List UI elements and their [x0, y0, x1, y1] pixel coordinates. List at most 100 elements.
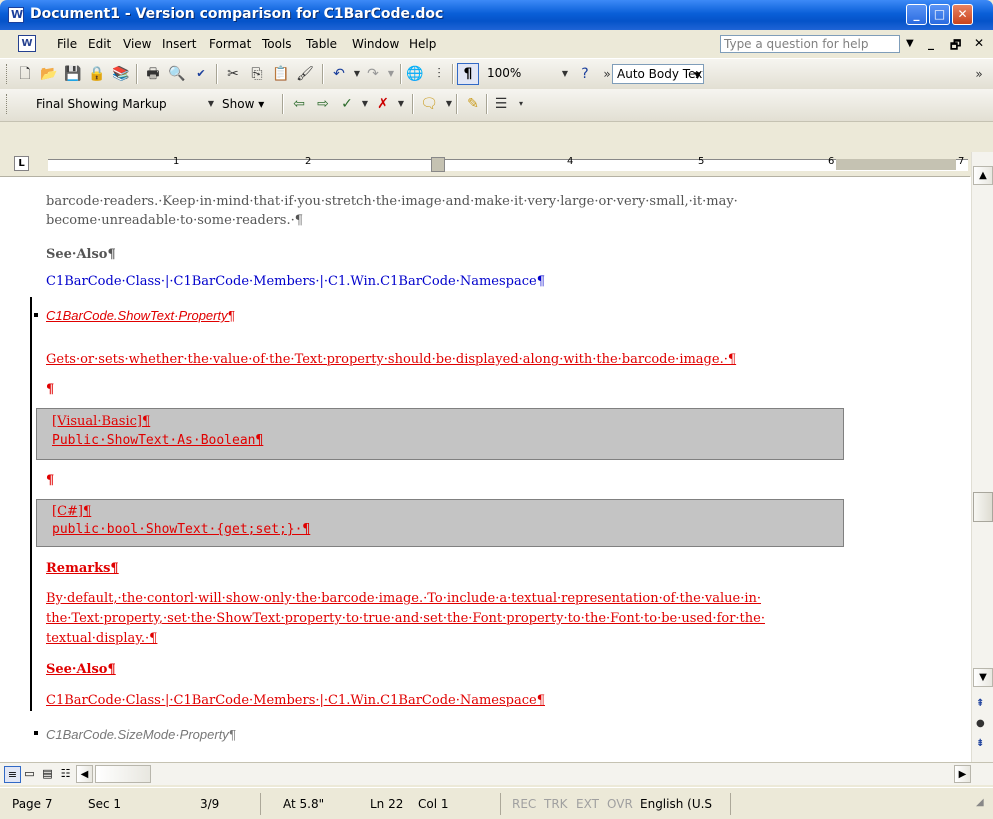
document-icon[interactable]: W: [18, 35, 36, 52]
toolbar-overflow-icon[interactable]: »: [970, 65, 988, 83]
menu-edit[interactable]: Edit: [88, 37, 111, 51]
save-icon[interactable]: 💾: [64, 65, 82, 83]
menu-insert[interactable]: Insert: [162, 37, 196, 51]
status-separator: [500, 793, 501, 815]
cs-label: [C#]¶: [52, 504, 92, 519]
menu-help[interactable]: Help: [409, 37, 436, 51]
display-for-review-combo[interactable]: Final Showing Markup: [32, 95, 202, 115]
style-combo[interactable]: Auto Body Text ▼: [612, 64, 704, 84]
empty-paragraph-mark: ¶: [46, 473, 55, 488]
permission-icon[interactable]: 🔒: [88, 65, 106, 83]
scroll-down-button[interactable]: ▼: [973, 668, 993, 687]
status-ovr[interactable]: OVR: [607, 797, 633, 811]
hyperlink-icon[interactable]: 🌐: [406, 65, 424, 83]
toolbar-grip[interactable]: [6, 94, 10, 114]
word-app-icon[interactable]: [8, 7, 24, 23]
see-also-links[interactable]: C1BarCode·Class·|·C1BarCode·Members·|·C1…: [46, 274, 545, 289]
scroll-left-button[interactable]: ◀: [76, 765, 93, 783]
close-button[interactable]: ✕: [952, 4, 973, 25]
scroll-thumb[interactable]: [973, 492, 993, 522]
undo-icon[interactable]: ↶: [330, 65, 348, 83]
open-folder-icon[interactable]: 📂: [40, 65, 58, 83]
document-area[interactable]: barcode·readers.·Keep·in·mind·that·if·yo…: [0, 177, 971, 762]
print-layout-view-icon[interactable]: ▤: [40, 766, 55, 781]
menu-view[interactable]: View: [123, 37, 151, 51]
horizontal-ruler[interactable]: L 1 2 4 5 6 7: [0, 152, 970, 177]
doc-close-button[interactable]: ✕: [974, 36, 984, 50]
print-preview-icon[interactable]: 🔍: [168, 65, 186, 83]
redo-icon[interactable]: ↷: [364, 65, 382, 83]
web-layout-view-icon[interactable]: ▭: [22, 766, 37, 781]
help-question-input[interactable]: Type a question for help: [720, 35, 900, 53]
reviewing-pane-icon[interactable]: ☰: [492, 95, 510, 113]
reject-change-icon[interactable]: ✗: [374, 95, 392, 113]
next-page-icon[interactable]: ⇟: [976, 738, 984, 749]
paste-icon[interactable]: 📋: [272, 65, 290, 83]
format-painter-icon[interactable]: 🖌: [296, 65, 314, 83]
menu-window[interactable]: Window: [352, 37, 399, 51]
accept-change-icon[interactable]: ✓: [338, 95, 356, 113]
track-changes-icon[interactable]: ✎: [464, 95, 482, 113]
title-bar[interactable]: Document1 - Version comparison for C1Bar…: [0, 0, 993, 30]
see-also-links[interactable]: C1BarCode·Class·|·C1BarCode·Members·|·C1…: [46, 693, 545, 708]
reviewing-dropdown-icon[interactable]: ▾: [512, 95, 530, 113]
word-window: Document1 - Version comparison for C1Bar…: [0, 0, 993, 819]
status-trk[interactable]: TRK: [544, 797, 568, 811]
minimize-button[interactable]: _: [906, 4, 927, 25]
insert-columns-icon[interactable]: ⫶: [430, 65, 448, 83]
tab-selector[interactable]: L: [14, 156, 29, 171]
cut-icon[interactable]: ✂: [224, 65, 242, 83]
menu-file[interactable]: File: [57, 37, 77, 51]
show-menu-button[interactable]: Show ▾: [222, 97, 264, 111]
next-change-icon[interactable]: ⇨: [314, 95, 332, 113]
vertical-scrollbar[interactable]: ▲ ▼ ⇞ ● ⇟: [971, 152, 993, 762]
menu-table[interactable]: Table: [306, 37, 337, 51]
accept-dropdown-icon[interactable]: ▼: [356, 95, 374, 113]
ruler-number: 5: [698, 156, 705, 167]
scroll-up-button[interactable]: ▲: [973, 166, 993, 185]
insert-comment-icon[interactable]: 🗨: [420, 95, 438, 113]
new-document-icon[interactable]: 🗋: [16, 65, 34, 83]
intro-paragraph-line: barcode·readers.·Keep·in·mind·that·if·yo…: [46, 194, 738, 209]
spelling-icon[interactable]: ✔: [192, 65, 210, 83]
menu-tools[interactable]: Tools: [262, 37, 292, 51]
research-icon[interactable]: 📚: [112, 65, 130, 83]
maximize-button[interactable]: □: [929, 4, 950, 25]
toolbar-separator: [216, 64, 218, 84]
zoom-dropdown-icon[interactable]: ▼: [556, 65, 574, 83]
right-margin-area: [836, 159, 956, 170]
redo-dropdown-icon[interactable]: ▼: [382, 65, 400, 83]
scroll-right-button[interactable]: ▶: [954, 765, 971, 783]
first-line-indent-marker[interactable]: [431, 157, 445, 172]
outline-view-icon[interactable]: ☷: [58, 766, 73, 781]
zoom-combo[interactable]: 100%: [483, 64, 555, 84]
status-ext[interactable]: EXT: [576, 797, 599, 811]
status-section: Sec 1: [88, 797, 122, 811]
cs-code-box: [C#]¶ public·bool·ShowText·{get;set;}·¶: [36, 499, 844, 547]
change-bar: [30, 297, 32, 711]
status-rec[interactable]: REC: [512, 797, 536, 811]
normal-view-icon[interactable]: ≡: [4, 766, 21, 783]
display-mode-dropdown-icon[interactable]: ▼: [202, 95, 220, 113]
reject-dropdown-icon[interactable]: ▼: [392, 95, 410, 113]
toolbar-separator: [452, 64, 454, 84]
doc-restore-button[interactable]: 🗗: [950, 36, 961, 57]
horizontal-scrollbar[interactable]: ≡ ▭ ▤ ☷ ◀ ▶: [0, 762, 993, 785]
select-browse-object-icon[interactable]: ●: [976, 718, 985, 729]
menu-format[interactable]: Format: [209, 37, 251, 51]
help-icon[interactable]: ?: [576, 65, 594, 83]
hscroll-thumb[interactable]: [95, 765, 151, 783]
see-also-heading: See·Also¶: [46, 662, 116, 677]
print-icon[interactable]: 🖶: [144, 65, 162, 83]
doc-minimize-button[interactable]: _: [928, 36, 934, 50]
toolbar-separator: [486, 94, 488, 114]
property-heading: C1BarCode.SizeMode·Property¶: [46, 727, 236, 742]
copy-icon[interactable]: ⎘: [248, 65, 266, 83]
help-dropdown-icon[interactable]: ▼: [906, 38, 914, 49]
previous-page-icon[interactable]: ⇞: [976, 698, 984, 709]
toolbar-grip[interactable]: [6, 64, 10, 84]
resize-grip-icon[interactable]: ◢: [976, 797, 984, 808]
chevron-down-icon: ▼: [694, 71, 701, 81]
previous-change-icon[interactable]: ⇦: [290, 95, 308, 113]
show-hide-pilcrow-button[interactable]: ¶: [457, 63, 479, 85]
